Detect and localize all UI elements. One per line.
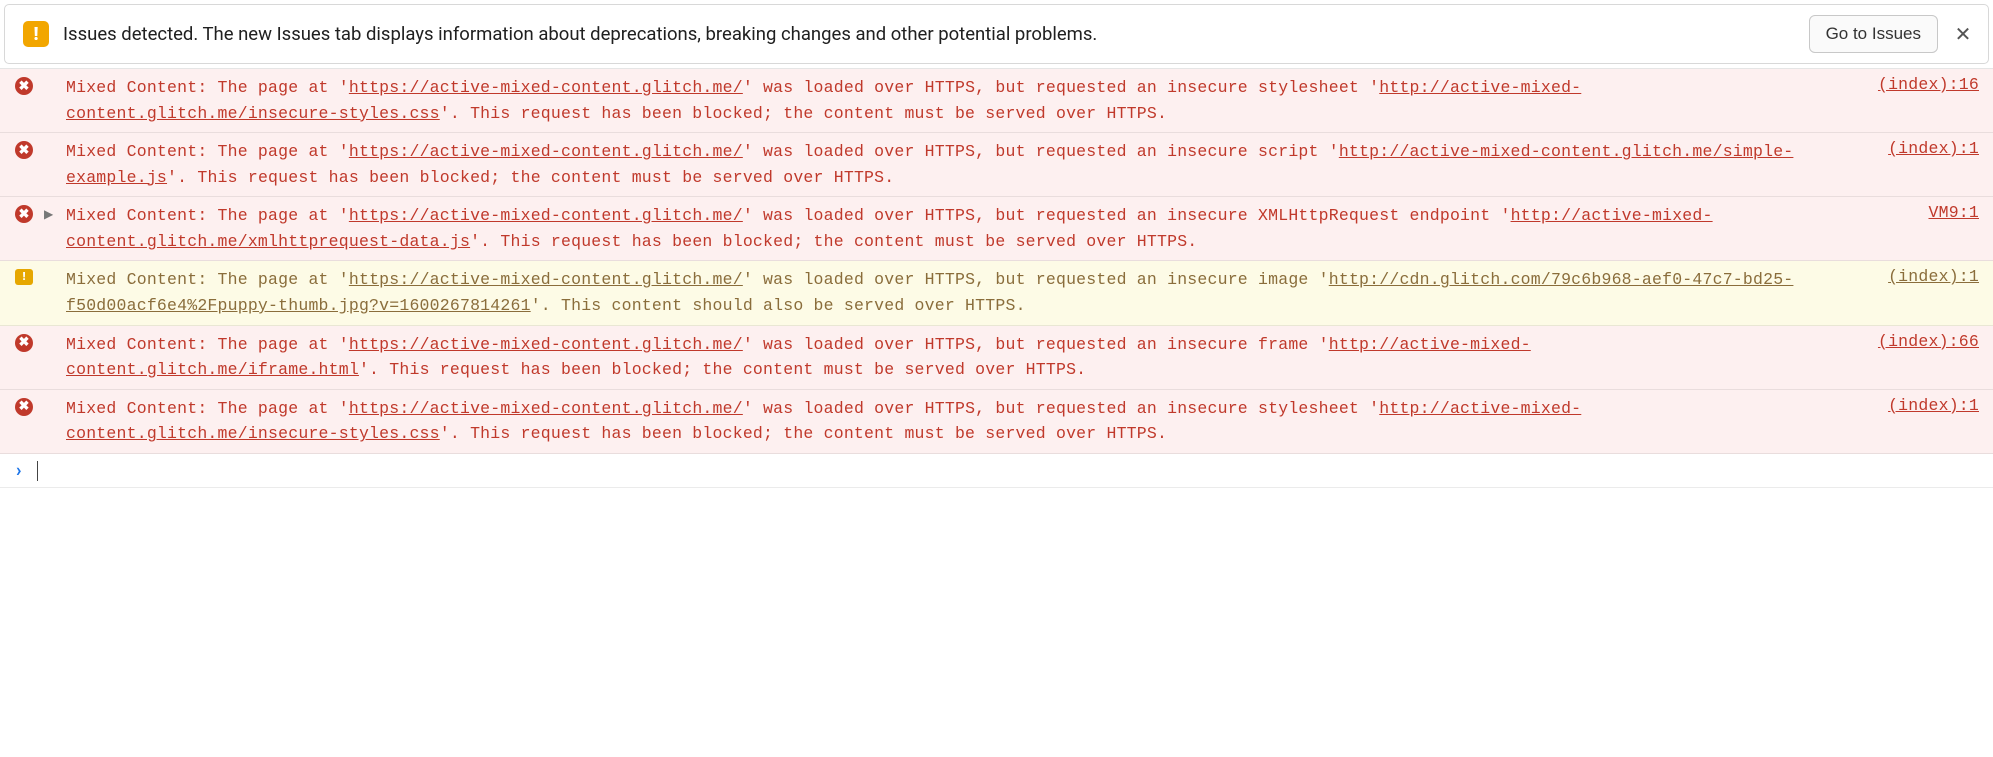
message-text: ' was loaded over HTTPS, but requested a… xyxy=(743,142,1339,161)
message-text: ' was loaded over HTTPS, but requested a… xyxy=(743,399,1379,418)
go-to-issues-button[interactable]: Go to Issues xyxy=(1809,15,1938,53)
error-icon: ✖ xyxy=(14,139,34,159)
issues-bar-text: Issues detected. The new Issues tab disp… xyxy=(63,23,1795,45)
console-message: Mixed Content: The page at 'https://acti… xyxy=(66,396,1862,447)
console-entry[interactable]: ✖ ▶ Mixed Content: The page at 'https://ac… xyxy=(0,197,1993,261)
console-message: Mixed Content: The page at 'https://acti… xyxy=(66,139,1862,190)
source-link[interactable]: (index):1 xyxy=(1872,396,1979,415)
message-text: Mixed Content: The page at ' xyxy=(66,335,349,354)
source-link[interactable]: (index):1 xyxy=(1872,139,1979,158)
console-entry[interactable]: ✖ Mixed Content: The page at 'https://act… xyxy=(0,69,1993,133)
message-text: ' was loaded over HTTPS, but requested a… xyxy=(743,270,1329,289)
message-text: Mixed Content: The page at ' xyxy=(66,206,349,225)
message-text: '. This request has been blocked; the co… xyxy=(359,360,1086,379)
message-text: '. This content should also be served ov… xyxy=(531,296,1026,315)
error-icon: ✖ xyxy=(14,203,34,223)
message-text: '. This request has been blocked; the co… xyxy=(440,424,1167,443)
message-text: Mixed Content: The page at ' xyxy=(66,78,349,97)
console-entry[interactable]: ✖ Mixed Content: The page at 'https://act… xyxy=(0,326,1993,390)
console-input[interactable] xyxy=(35,460,38,481)
source-link[interactable]: (index):1 xyxy=(1872,267,1979,286)
error-icon: ✖ xyxy=(14,332,34,352)
source-link[interactable]: VM9:1 xyxy=(1912,203,1979,222)
error-icon: ✖ xyxy=(14,75,34,95)
url-link[interactable]: https://active-mixed-content.glitch.me/ xyxy=(349,335,743,354)
expand-toggle-icon xyxy=(44,139,56,143)
message-text: '. This request has been blocked; the co… xyxy=(470,232,1197,251)
message-text: Mixed Content: The page at ' xyxy=(66,142,349,161)
warning-icon xyxy=(14,267,34,285)
issues-bar: ! Issues detected. The new Issues tab di… xyxy=(4,4,1989,64)
message-text: '. This request has been blocked; the co… xyxy=(167,168,894,187)
console-entry[interactable]: Mixed Content: The page at 'https://acti… xyxy=(0,261,1993,325)
url-link[interactable]: https://active-mixed-content.glitch.me/ xyxy=(349,399,743,418)
url-link[interactable]: https://active-mixed-content.glitch.me/ xyxy=(349,142,743,161)
message-text: ' was loaded over HTTPS, but requested a… xyxy=(743,335,1329,354)
url-link[interactable]: https://active-mixed-content.glitch.me/ xyxy=(349,270,743,289)
error-icon: ✖ xyxy=(14,396,34,416)
source-link[interactable]: (index):66 xyxy=(1862,332,1979,351)
url-link[interactable]: https://active-mixed-content.glitch.me/ xyxy=(349,78,743,97)
console-message: Mixed Content: The page at 'https://acti… xyxy=(66,75,1852,126)
console-entry[interactable]: ✖ Mixed Content: The page at 'https://act… xyxy=(0,390,1993,454)
message-text: Mixed Content: The page at ' xyxy=(66,270,349,289)
console-message: Mixed Content: The page at 'https://acti… xyxy=(66,332,1852,383)
console-entry[interactable]: ✖ Mixed Content: The page at 'https://act… xyxy=(0,133,1993,197)
expand-toggle-icon xyxy=(44,75,56,79)
message-text: ' was loaded over HTTPS, but requested a… xyxy=(743,78,1379,97)
expand-toggle-icon[interactable]: ▶ xyxy=(44,203,56,221)
console-log: ✖Mixed Content: The page at 'https://act… xyxy=(0,68,1993,454)
expand-toggle-icon xyxy=(44,267,56,271)
message-text: '. This request has been blocked; the co… xyxy=(440,104,1167,123)
expand-toggle-icon xyxy=(44,332,56,336)
console-message: Mixed Content: The page at 'https://acti… xyxy=(66,267,1862,318)
close-icon[interactable]: ✕ xyxy=(1952,22,1974,46)
prompt-caret-icon: › xyxy=(14,460,25,481)
console-prompt-row[interactable]: › xyxy=(0,454,1993,488)
url-link[interactable]: https://active-mixed-content.glitch.me/ xyxy=(349,206,743,225)
issues-badge-icon: ! xyxy=(23,21,49,47)
message-text: Mixed Content: The page at ' xyxy=(66,399,349,418)
source-link[interactable]: (index):16 xyxy=(1862,75,1979,94)
console-message: Mixed Content: The page at 'https://acti… xyxy=(66,203,1902,254)
expand-toggle-icon xyxy=(44,396,56,400)
message-text: ' was loaded over HTTPS, but requested a… xyxy=(743,206,1511,225)
